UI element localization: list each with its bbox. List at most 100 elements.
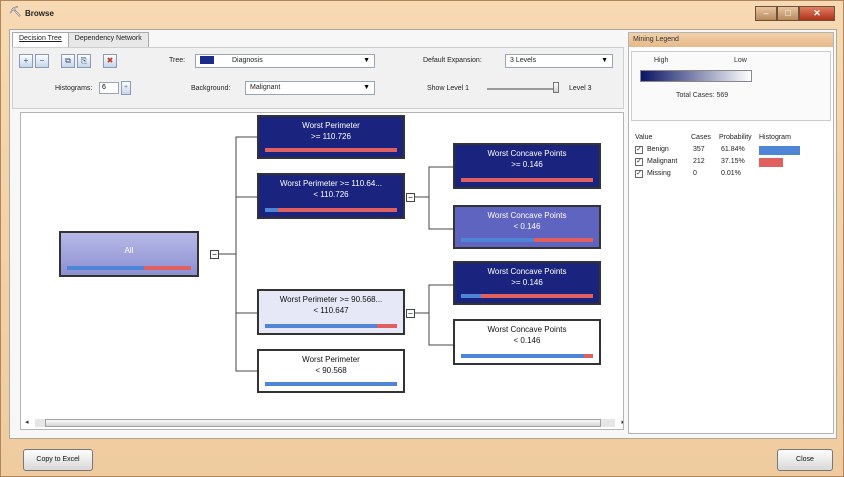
collapse-icon[interactable]: −: [406, 309, 415, 318]
checkbox-missing[interactable]: ✓: [635, 170, 643, 178]
legend-header-cases: Cases: [691, 134, 711, 141]
connector-all-n2: [235, 196, 257, 254]
tree-node-concave-low-b[interactable]: Worst Concave Points < 0.146: [453, 319, 601, 365]
copy-to-excel-button[interactable]: Copy to Excel: [23, 449, 93, 471]
malignant-segment: [533, 238, 593, 242]
legend-row-malignant[interactable]: ✓ Malignant 212 37.15%: [631, 157, 831, 169]
tab-decision-tree[interactable]: Decision Tree: [12, 32, 69, 48]
legend-probability: 0.01%: [721, 170, 741, 177]
copy-graph-view-icon[interactable]: ⎘: [77, 54, 91, 68]
tree-node-worst-perimeter-mid[interactable]: Worst Perimeter >= 90.568... < 110.647: [257, 289, 405, 335]
zoom-in-icon[interactable]: +: [19, 54, 33, 68]
legend-row-missing[interactable]: ✓ Missing 0 0.01%: [631, 169, 831, 181]
tree-node-concave-low-a[interactable]: Worst Concave Points < 0.146: [453, 205, 601, 249]
legend-probability: 37.15%: [721, 158, 745, 165]
background-label: Background:: [191, 85, 231, 92]
scroll-right-icon[interactable]: ▸: [621, 418, 623, 426]
tree-node-concave-high-b[interactable]: Worst Concave Points >= 0.146: [453, 261, 601, 305]
node-split-value: >= 110.726: [311, 132, 351, 141]
legend-value: Benign: [647, 146, 669, 153]
tree-node-all[interactable]: All: [59, 231, 199, 277]
node-condition: Worst Concave Points: [487, 211, 567, 220]
minimize-button[interactable]: –: [755, 6, 777, 21]
malignant-segment: [377, 324, 397, 328]
node-condition: Worst Perimeter >= 110.64...: [280, 179, 382, 188]
node-histogram: [461, 238, 593, 242]
chevron-down-icon: ▼: [601, 57, 608, 64]
node-condition: Worst Concave Points: [487, 149, 567, 158]
legend-cases: 212: [693, 158, 705, 165]
histograms-label: Histograms:: [55, 85, 93, 92]
tree-toolbar: + − ⧉ ⎘ ✖ Tree: Diagnosis ▼ Default Expa…: [12, 47, 624, 109]
legend-histogram-bar: [759, 158, 783, 167]
show-level-end-label: Level 3: [569, 85, 592, 92]
node-split-value: < 0.146: [513, 336, 541, 345]
checkbox-malignant[interactable]: ✓: [635, 158, 643, 166]
tree-node-worst-perimeter-low[interactable]: Worst Perimeter < 90.568: [257, 349, 405, 393]
legend-high-label: High: [654, 57, 669, 64]
background-select[interactable]: Malignant ▼: [245, 81, 375, 95]
tab-dependency-network[interactable]: Dependency Network: [67, 32, 149, 47]
legend-cases: 0: [693, 170, 697, 177]
level-slider-track[interactable]: [487, 88, 559, 90]
node-histogram: [265, 382, 397, 386]
legend-header-histogram: Histogram: [759, 134, 791, 141]
malignant-segment: [265, 148, 397, 152]
legend-row-benign[interactable]: ✓ Benign 357 61.84%: [631, 145, 831, 157]
connector-n3-n8: [428, 313, 453, 346]
viewer-tabs: Decision Tree Dependency Network: [12, 32, 149, 48]
histograms-stepper[interactable]: 6: [99, 82, 119, 94]
mining-legend-panel: Mining Legend High Low Total Cases: 569 …: [628, 32, 834, 434]
malignant-segment: [480, 294, 593, 298]
legend-value: Missing: [647, 170, 671, 177]
node-condition: Worst Concave Points: [487, 267, 567, 276]
scrollbar-thumb[interactable]: [45, 419, 601, 427]
stepper-arrows-icon[interactable]: ÷: [121, 81, 131, 95]
legend-table: Value Cases Probability Histogram ✓ Beni…: [631, 133, 831, 181]
tree-node-worst-perimeter-high[interactable]: Worst Perimeter >= 110.726: [257, 115, 405, 159]
node-condition: Worst Perimeter >= 90.568...: [279, 295, 383, 304]
benign-segment: [461, 238, 534, 242]
maximize-button[interactable]: □: [777, 6, 799, 21]
close-button[interactable]: Close: [777, 449, 833, 471]
scroll-left-icon[interactable]: ◂: [25, 418, 29, 426]
chevron-down-icon: ▼: [363, 57, 370, 64]
background-value: Malignant: [250, 84, 281, 91]
legend-header-probability: Probability: [719, 134, 752, 141]
tree-select[interactable]: Diagnosis ▼: [195, 54, 375, 68]
malignant-segment: [583, 354, 593, 358]
collapse-icon[interactable]: −: [406, 193, 415, 202]
decision-tree-canvas[interactable]: All − Worst Perimeter >= 110.726 Worst Pe…: [20, 112, 624, 430]
node-condition: Worst Concave Points: [487, 325, 567, 334]
node-split-value: < 110.726: [313, 190, 349, 199]
checkbox-benign[interactable]: ✓: [635, 146, 643, 154]
size-to-fit-icon[interactable]: ✖: [103, 54, 117, 68]
collapse-icon[interactable]: −: [210, 250, 219, 259]
legend-histogram-bar: [759, 146, 800, 155]
legend-header-value: Value: [635, 134, 653, 141]
tree-node-concave-high-a[interactable]: Worst Concave Points >= 0.146: [453, 143, 601, 189]
close-window-button[interactable]: ✕: [799, 6, 835, 21]
window-title: Browse: [25, 8, 54, 18]
node-histogram: [265, 324, 397, 328]
legend-title: Mining Legend: [629, 33, 833, 47]
node-split-value: < 90.568: [315, 366, 347, 375]
node-histogram: [265, 208, 397, 212]
default-expansion-select[interactable]: 3 Levels ▼: [505, 54, 613, 68]
connector-all-n3: [235, 254, 257, 314]
default-expansion-value: 3 Levels: [510, 57, 537, 64]
tree-node-worst-perimeter-mid-high[interactable]: Worst Perimeter >= 110.64... < 110.726: [257, 173, 405, 219]
legend-value: Malignant: [647, 158, 678, 165]
copy-graph-icon[interactable]: ⧉: [61, 54, 75, 68]
benign-segment: [265, 324, 378, 328]
tree-select-value: Diagnosis: [232, 57, 263, 64]
zoom-out-icon[interactable]: −: [35, 54, 49, 68]
horizontal-scrollbar[interactable]: ◂ ▸: [25, 419, 623, 427]
benign-segment: [67, 266, 144, 270]
node-split-value: >= 0.146: [511, 160, 543, 169]
malignant-segment: [278, 208, 397, 212]
title-bar: ⛏ Browse – □ ✕: [1, 1, 843, 25]
node-histogram: [265, 148, 397, 152]
legend-probability: 61.84%: [721, 146, 745, 153]
level-slider-thumb[interactable]: [553, 82, 559, 93]
